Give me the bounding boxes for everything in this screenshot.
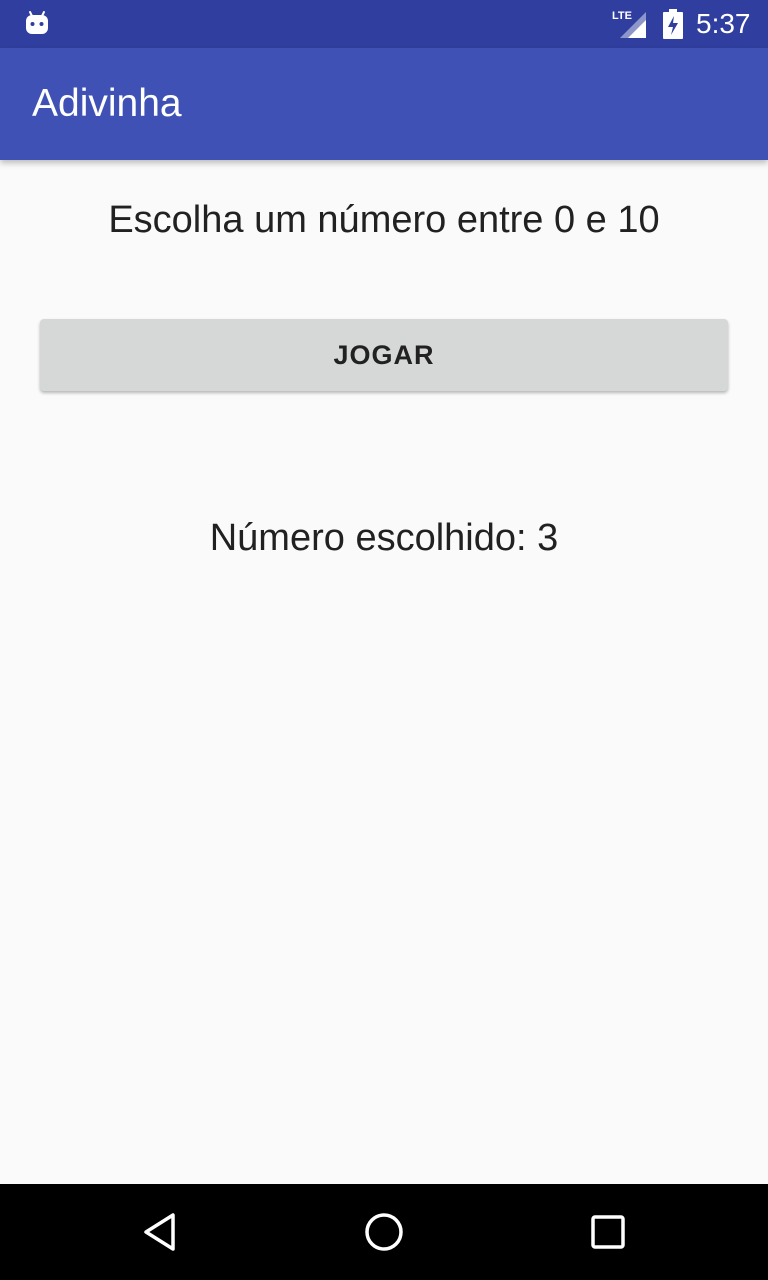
chosen-number-text: Número escolhido: 3 xyxy=(209,517,559,559)
status-time: 5:37 xyxy=(696,8,751,39)
play-button[interactable]: JOGAR xyxy=(40,319,728,391)
lte-signal-icon: LTE xyxy=(612,10,646,38)
android-debug-icon xyxy=(26,11,48,34)
battery-charging-icon xyxy=(663,9,683,39)
network-type-label: LTE xyxy=(612,10,632,22)
instruction-text: Escolha um número entre 0 e 10 xyxy=(108,199,660,241)
app-title: Adivinha xyxy=(32,82,182,125)
app-screen: LTE 5:37 Adivinha Escolha um número entr… xyxy=(0,0,768,1280)
recents-icon[interactable] xyxy=(584,1208,632,1256)
back-icon[interactable] xyxy=(136,1208,184,1256)
home-icon[interactable] xyxy=(360,1208,408,1256)
status-bar: LTE 5:37 xyxy=(0,0,768,48)
app-bar: Adivinha xyxy=(0,48,768,160)
navigation-bar xyxy=(0,1184,768,1280)
